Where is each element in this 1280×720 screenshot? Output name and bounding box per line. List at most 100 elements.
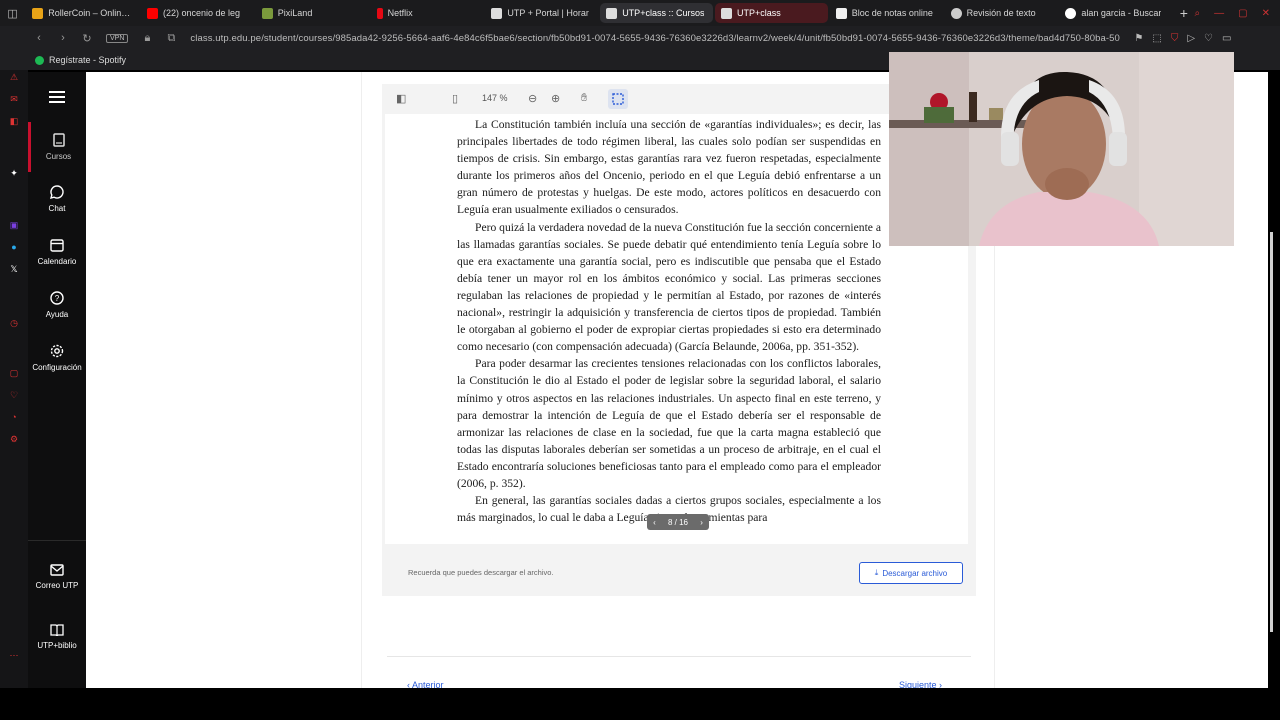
search-tabs-icon[interactable]: ⌕ <box>1195 8 1201 19</box>
pdf-toolbar: ◧ ▯ 147 % ⊖ ⊕ ✋︎ <box>382 84 976 114</box>
menu-icon[interactable] <box>28 72 86 122</box>
download-button[interactable]: ⤓ Descargar archivo <box>859 562 963 584</box>
tab-revision[interactable]: Revisión de texto <box>945 3 1058 23</box>
select-tool-icon[interactable] <box>608 89 628 109</box>
reload-icon[interactable]: ↻ <box>82 32 92 45</box>
divider <box>387 656 971 657</box>
netflix-icon <box>376 7 383 19</box>
window-controls: ⌕ — ▢ ✕ <box>1195 8 1280 19</box>
tab-favicon <box>606 7 618 19</box>
mail-icon <box>50 564 64 576</box>
tab-google-search[interactable]: alan garcia - Buscar <box>1059 3 1172 23</box>
spotify-icon <box>35 55 44 65</box>
screenshot-icon[interactable]: ⬚ <box>1152 33 1161 44</box>
tab-utp-portal[interactable]: UTP + Portal | Horar <box>485 3 598 23</box>
rail-icon-4[interactable]: ✦ <box>8 168 20 178</box>
bookmark-spotify[interactable]: Regístrate - Spotify <box>35 55 126 65</box>
sidebar-toggle-icon[interactable]: ▭ <box>1222 33 1231 44</box>
url-field[interactable]: class.utp.edu.pe/student/courses/985ada4… <box>190 33 1120 44</box>
rail-icon-10[interactable]: ♡ <box>8 390 20 400</box>
play-icon[interactable]: ▷ <box>1187 33 1195 44</box>
webcam-feed-image <box>889 52 1234 246</box>
pdf-page: La Constitución también incluía una secc… <box>385 114 968 544</box>
next-page-icon[interactable]: › <box>700 518 703 527</box>
tab-rollercoin[interactable]: RollerCoin – Online B <box>26 3 139 23</box>
paragraph: Para poder desarmar las crecientes tensi… <box>457 357 881 490</box>
x-icon[interactable]: 𝕏 <box>8 264 20 274</box>
maximize-icon[interactable]: ▢ <box>1238 8 1247 19</box>
back-icon[interactable]: ‹ <box>34 32 44 44</box>
pan-hand-icon[interactable]: ✋︎ <box>581 92 587 105</box>
messenger-icon[interactable]: ● <box>8 242 20 252</box>
download-note: Recuerda que puedes descargar el archivo… <box>408 568 554 577</box>
zoom-out-icon[interactable]: ⊖ <box>528 92 537 105</box>
download-row: Recuerda que puedes descargar el archivo… <box>382 554 976 594</box>
heart-icon[interactable]: ♡ <box>1204 33 1213 44</box>
sidebar-item-cursos[interactable]: Cursos <box>28 122 86 172</box>
browser-side-rail: ⚠ ✉ ◧ ✦ ▣ ● 𝕏 ◷ ▢ ♡ ◔ ⚙ ⋯ <box>0 70 28 690</box>
tab-favicon <box>491 7 503 19</box>
lock-icon[interactable]: 🔒︎ <box>142 32 152 45</box>
help-icon: ? <box>50 291 64 305</box>
bottom-bar <box>0 688 1280 720</box>
youtube-icon <box>147 7 158 19</box>
rail-icon-2[interactable]: ✉ <box>8 94 20 104</box>
tab-strip: ◫ RollerCoin – Online B (22) oncenio de … <box>0 0 1280 26</box>
zoom-select[interactable]: 147 % <box>482 93 508 103</box>
rail-icon-3[interactable]: ◧ <box>8 116 20 126</box>
sidebar-toggle-icon[interactable]: ◧ <box>396 92 406 105</box>
tab-netflix[interactable]: Netflix <box>371 3 484 23</box>
copy-icon[interactable]: ⧉ <box>166 32 176 45</box>
sidebar-item-biblio[interactable]: UTP+biblio <box>28 612 86 662</box>
tab-favicon <box>261 7 273 19</box>
page-fit-icon[interactable]: ▯ <box>452 92 458 105</box>
sidebar-item-correo[interactable]: Correo UTP <box>28 552 86 602</box>
pdf-text: La Constitución también incluía una secc… <box>457 116 881 526</box>
tab-utp-class[interactable]: UTP+class <box>714 3 828 23</box>
shield-icon[interactable]: ⛉ <box>1171 33 1179 44</box>
tab-youtube[interactable]: (22) oncenio de leg <box>141 3 254 23</box>
address-bar: ‹ › ↻ VPN 🔒︎ ⧉ class.utp.edu.pe/student/… <box>0 26 1280 50</box>
close-icon[interactable]: ✕ <box>1262 8 1270 19</box>
rail-icon-1[interactable]: ⚠ <box>8 72 20 82</box>
rail-icon-12[interactable]: ⚙ <box>8 434 20 444</box>
sidebar-item-calendario[interactable]: Calendario <box>28 227 86 277</box>
twitch-icon[interactable]: ▣ <box>8 220 20 230</box>
paragraph: La Constitución también incluía una secc… <box>457 118 881 217</box>
tab-pixiland[interactable]: PixiLand <box>256 3 369 23</box>
sidebar-divider <box>28 540 86 541</box>
zoom-in-icon[interactable]: ⊕ <box>551 92 560 105</box>
paragraph: Pero quizá la verdadera novedad de la nu… <box>457 220 881 354</box>
sidebar-item-ayuda[interactable]: ? Ayuda <box>28 280 86 330</box>
forward-icon[interactable]: › <box>58 32 68 44</box>
app-sidebar: Cursos Chat Calendario ? Ayuda Configura… <box>28 72 86 688</box>
gear-icon <box>50 344 64 358</box>
minimize-icon[interactable]: — <box>1214 8 1224 19</box>
tab-favicon <box>720 7 732 19</box>
screen: ◫ RollerCoin – Online B (22) oncenio de … <box>0 0 1280 720</box>
rail-icon-11[interactable]: ◔ <box>8 412 20 422</box>
tab-favicon <box>950 7 962 19</box>
calendar-icon <box>50 239 64 252</box>
svg-text:?: ? <box>55 294 60 303</box>
rail-icon-8[interactable]: ◷ <box>8 318 20 328</box>
rail-icon-9[interactable]: ▢ <box>8 368 20 378</box>
prev-page-icon[interactable]: ‹ <box>653 518 656 527</box>
book-icon <box>52 133 65 147</box>
sidebar-item-configuracion[interactable]: Configuración <box>28 333 86 383</box>
webcam-overlay <box>889 52 1234 246</box>
library-icon <box>50 624 64 636</box>
tab-favicon <box>835 7 847 19</box>
address-actions: ⚑ ⬚ ⛉ ▷ ♡ ▭ <box>1134 33 1231 44</box>
chat-icon <box>50 185 64 199</box>
bookmark-icon[interactable]: ⚑ <box>1134 33 1143 44</box>
page-indicator: ‹ 8 / 16 › <box>647 514 709 530</box>
tab-bloc-notas[interactable]: Bloc de notas online <box>830 3 943 23</box>
vpn-badge[interactable]: VPN <box>106 33 129 43</box>
rail-more-icon[interactable]: ⋯ <box>8 650 20 660</box>
sidebar-item-chat[interactable]: Chat <box>28 174 86 224</box>
tab-actions-icon[interactable]: ◫ <box>0 0 25 26</box>
page-scrollbar[interactable] <box>1270 232 1273 632</box>
tab-utp-cursos[interactable]: UTP+class :: Cursos <box>600 3 713 23</box>
new-tab-icon[interactable]: + <box>1173 5 1194 21</box>
